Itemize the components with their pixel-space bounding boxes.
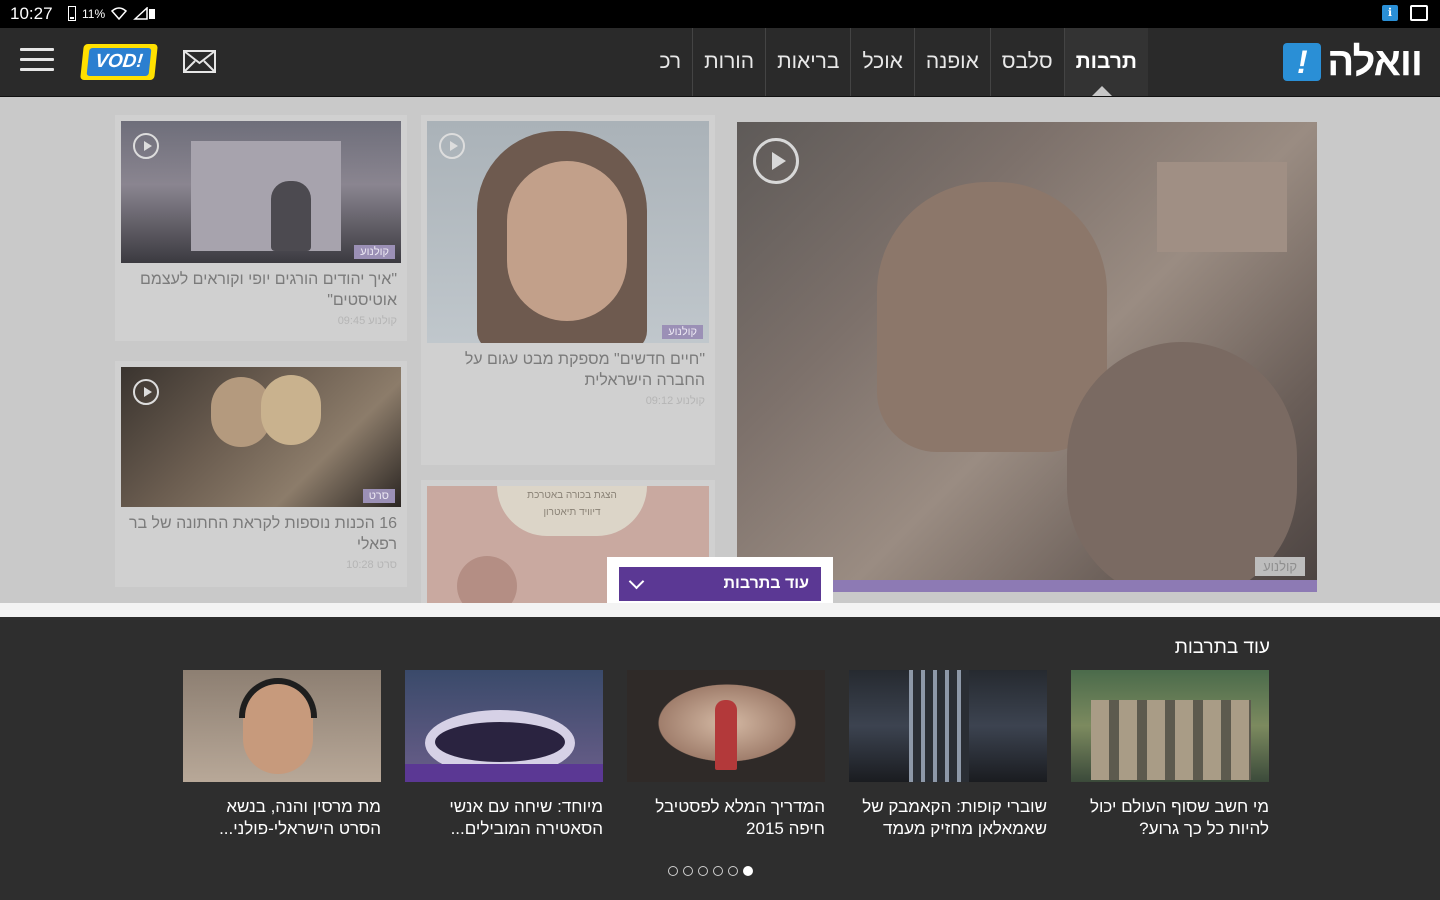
carousel-pagination bbox=[668, 866, 753, 876]
status-right-icons: ℹ bbox=[1382, 5, 1428, 21]
carousel-item[interactable]: המדריך המלא לפסטיבל חיפה 2015 bbox=[627, 670, 825, 840]
article-title: "איך יהודים הורגים יופי וקוראים לעצמם או… bbox=[140, 271, 397, 309]
carousel-thumbnail bbox=[849, 670, 1047, 782]
pagination-dot[interactable] bbox=[728, 866, 738, 876]
article-title: 16 הכנות נוספות לקראת החתונה של בר רפאלי bbox=[128, 515, 397, 553]
tab-cars[interactable]: רכ bbox=[649, 28, 693, 96]
carousel-caption: מת מרסין והנה, בנשא הסרט הישראלי-פולני..… bbox=[219, 797, 381, 838]
pagination-dot[interactable] bbox=[698, 866, 708, 876]
carousel-item[interactable]: מי חשב שסוף העולם יכול להיות כל כך גרוע? bbox=[1071, 670, 1269, 840]
battery-percent: 11% bbox=[82, 6, 106, 21]
tab-fashion[interactable]: אופנה bbox=[913, 28, 990, 96]
article-card[interactable]: קולנוע "איך יהודים הורגים יופי וקוראים ל… bbox=[115, 115, 407, 341]
carousel-thumbnail bbox=[405, 670, 603, 782]
carousel-caption: מיוחד: שיחה עם אנשי הסאטירה המובילים... bbox=[449, 797, 603, 838]
play-icon[interactable] bbox=[753, 138, 799, 184]
active-tab-pointer bbox=[1092, 86, 1112, 96]
thumb-shape bbox=[1091, 700, 1251, 780]
featured-video[interactable]: קולנוע bbox=[737, 122, 1317, 592]
tab-food[interactable]: אוכל bbox=[850, 28, 913, 96]
poster-banner: הצגת בכורה באטרכת דיוויד תיאטרון bbox=[497, 486, 647, 536]
poster-line-2: דיוויד תיאטרון bbox=[543, 507, 601, 518]
tab-parenting[interactable]: הורות bbox=[692, 28, 765, 96]
battery-icon bbox=[68, 6, 76, 21]
more-in-culture-button[interactable]: עוד בתרבות bbox=[619, 567, 821, 601]
walla-logo-mark: ! bbox=[1283, 43, 1322, 81]
more-button-label: עוד בתרבות bbox=[723, 575, 810, 592]
category-tag: קולנוע bbox=[1255, 557, 1305, 576]
articles-grid: קולנוע "איך יהודים הורגים יופי וקוראים ל… bbox=[0, 97, 1440, 603]
status-bar: 10:27 11% ℹ bbox=[0, 0, 1440, 28]
chevron-down-icon bbox=[628, 573, 645, 590]
signal-icon bbox=[133, 7, 156, 20]
app-notification-icon: ℹ bbox=[1382, 5, 1398, 21]
thumb-shape bbox=[271, 181, 311, 251]
pagination-dot[interactable] bbox=[683, 866, 693, 876]
more-in-culture-panel: עוד בתרבות מי חשב שסוף העולם יכול להיות … bbox=[0, 617, 1440, 900]
top-nav: VOD! תרבות סלבס אופנה אוכל בריאות הורות … bbox=[0, 28, 1440, 97]
article-meta: קולנוע 09:12 bbox=[645, 395, 705, 407]
play-icon bbox=[133, 379, 159, 405]
status-icons: 11% bbox=[68, 6, 157, 21]
category-tag: קולנוע bbox=[354, 245, 395, 259]
article-title: "חיים חדשים" מספקת מבט עגום על החברה היש… bbox=[464, 351, 705, 389]
article-thumbnail: קולנוע bbox=[121, 121, 401, 263]
vod-logo-text: VOD! bbox=[86, 48, 152, 76]
walla-logo-text: וואלה bbox=[1327, 39, 1423, 84]
thumb-shape bbox=[909, 670, 969, 782]
poster-line-1: הצגת בכורה באטרכת bbox=[527, 490, 617, 501]
carousel-item[interactable]: מיוחד: שיחה עם אנשי הסאטירה המובילים... bbox=[405, 670, 603, 840]
thumb-shape bbox=[191, 141, 341, 251]
article-card[interactable]: סרט 16 הכנות נוספות לקראת החתונה של בר ר… bbox=[115, 361, 407, 587]
divider bbox=[0, 603, 1440, 617]
pagination-dot[interactable] bbox=[668, 866, 678, 876]
more-button-wrapper: עוד בתרבות bbox=[607, 557, 833, 609]
panel-title: עוד בתרבות bbox=[1174, 637, 1270, 658]
thumb-shape bbox=[457, 556, 517, 603]
article-thumbnail: סרט bbox=[121, 367, 401, 507]
walla-logo[interactable]: ! וואלה bbox=[1283, 39, 1423, 84]
category-tag: סרט bbox=[362, 489, 395, 503]
category-tag: קולנוע bbox=[662, 325, 703, 339]
mail-icon[interactable] bbox=[183, 50, 216, 73]
thumb-shape bbox=[261, 375, 321, 445]
thumb-shape bbox=[507, 161, 627, 321]
play-icon bbox=[133, 133, 159, 159]
article-card[interactable]: קולנוע "חיים חדשים" מספקת מבט עגום על הח… bbox=[421, 115, 715, 465]
carousel-thumbnail bbox=[627, 670, 825, 782]
status-time: 10:27 bbox=[10, 4, 53, 23]
thumb-shape bbox=[435, 722, 565, 762]
carousel-thumbnail bbox=[183, 670, 381, 782]
carousel-thumbnail bbox=[1071, 670, 1269, 782]
carousel-caption: שוברי קופות: הקאמבק של שאמאלאן מחזיק מעמ… bbox=[862, 797, 1047, 838]
category-tabs: תרבות סלבס אופנה אוכל בריאות הורות רכ bbox=[649, 28, 1148, 96]
carousel-caption: המדריך המלא לפסטיבל חיפה 2015 bbox=[655, 797, 825, 838]
article-meta: קולנוע 09:45 bbox=[337, 315, 397, 327]
pagination-dot-active[interactable] bbox=[743, 866, 753, 876]
carousel-item[interactable]: מת מרסין והנה, בנשא הסרט הישראלי-פולני..… bbox=[183, 670, 381, 840]
article-thumbnail: קולנוע bbox=[427, 121, 709, 343]
tab-health[interactable]: בריאות bbox=[765, 28, 850, 96]
screenshot-icon bbox=[1410, 5, 1428, 21]
play-icon bbox=[439, 133, 465, 159]
pagination-dot[interactable] bbox=[713, 866, 723, 876]
wifi-icon bbox=[111, 7, 128, 20]
tab-celebs[interactable]: סלבס bbox=[989, 28, 1064, 96]
vod-logo[interactable]: VOD! bbox=[80, 44, 158, 80]
thumb-shape bbox=[877, 182, 1107, 452]
carousel-item[interactable]: שוברי קופות: הקאמבק של שאמאלאן מחזיק מעמ… bbox=[849, 670, 1047, 840]
thumb-shape bbox=[1067, 342, 1297, 592]
thumb-shape bbox=[1157, 162, 1287, 252]
thumb-shape bbox=[715, 700, 737, 770]
carousel-caption: מי חשב שסוף העולם יכול להיות כל כך גרוע? bbox=[1089, 797, 1269, 838]
headphones-shape bbox=[239, 678, 317, 718]
thumb-shape bbox=[405, 764, 603, 782]
menu-icon[interactable] bbox=[20, 48, 54, 74]
article-meta: סרט 10:28 bbox=[346, 559, 397, 571]
